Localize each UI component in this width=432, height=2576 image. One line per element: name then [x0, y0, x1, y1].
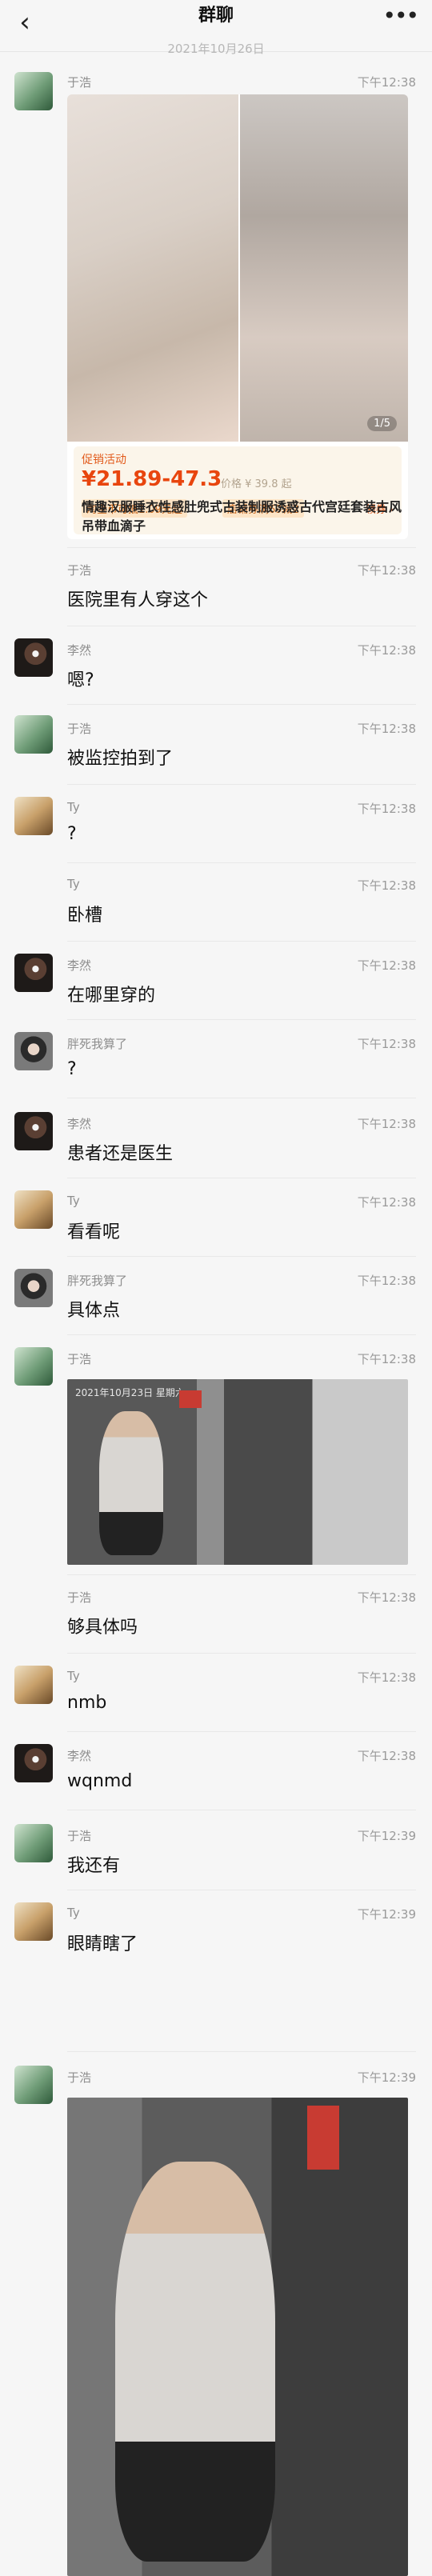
message-text: nmb [67, 1693, 107, 1713]
sender-name: 胖死我算了 [67, 1037, 128, 1051]
product-image [240, 94, 408, 442]
message-text: 具体点 [67, 1301, 121, 1321]
message-text: 够具体吗 [67, 1618, 138, 1638]
separator [67, 547, 416, 548]
separator [67, 941, 416, 942]
message-text: ? [67, 824, 77, 844]
image-page-indicator: 1/5 [367, 416, 397, 431]
separator [67, 2051, 416, 2052]
message-time: 下午12:38 [357, 1037, 416, 1051]
avatar[interactable] [14, 1032, 53, 1070]
promo-label: 促销活动 [82, 454, 126, 466]
sender-name: Ty [67, 1669, 80, 1683]
video-thumbnail[interactable]: 2021年10月23日 星期六 [67, 1379, 408, 1565]
sender-name: Ty [67, 1906, 80, 1920]
sign-image [307, 2106, 339, 2170]
avatar[interactable] [14, 1112, 53, 1150]
message-text: 患者还是医生 [67, 1144, 174, 1164]
message-time: 下午12:38 [357, 1117, 416, 1131]
message-time: 下午12:38 [357, 1352, 416, 1366]
avatar[interactable] [14, 715, 53, 754]
separator [67, 1334, 416, 1335]
avatar[interactable] [14, 1190, 53, 1229]
product-title: 情趣汉服睡衣性感肚兜式古装制服诱惑古代宫廷套装古风吊带血滴子 [82, 499, 402, 534]
message-time: 下午12:38 [357, 1749, 416, 1763]
date-divider: 2021年10月26日 [167, 42, 265, 56]
sender-name: 于浩 [67, 1352, 92, 1366]
message-time: 下午12:39 [357, 1829, 416, 1843]
separator [67, 1731, 416, 1732]
avatar[interactable] [14, 1269, 53, 1307]
avatar[interactable] [14, 797, 53, 835]
separator [67, 784, 416, 785]
message-time: 下午12:38 [357, 878, 416, 893]
sender-name: 李然 [67, 958, 92, 973]
message-time: 下午12:38 [357, 802, 416, 816]
sender-name: 于浩 [67, 722, 92, 736]
avatar[interactable] [14, 1824, 53, 1862]
separator [67, 704, 416, 705]
message-time: 下午12:38 [357, 1590, 416, 1605]
message-text: 眼睛瞎了 [67, 1934, 138, 1954]
avatar[interactable] [14, 1744, 53, 1782]
separator [67, 1653, 416, 1654]
avatar[interactable] [14, 72, 53, 110]
message-time: 下午12:38 [357, 563, 416, 578]
sender-name: 于浩 [67, 1829, 92, 1843]
product-image [67, 94, 238, 442]
video-thumbnail[interactable] [67, 2098, 408, 2576]
person-image [99, 1411, 163, 1555]
sender-name: 李然 [67, 643, 92, 658]
sender-name: Ty [67, 877, 80, 891]
message-time: 下午12:39 [357, 2070, 416, 2085]
original-price: 价格 ¥ 39.8 起 [221, 478, 292, 490]
message-text: 医院里有人穿这个 [67, 590, 209, 610]
avatar[interactable] [14, 954, 53, 992]
message-text: ? [67, 1059, 77, 1079]
message-text: 卧槽 [67, 906, 103, 926]
sender-name: Ty [67, 800, 80, 814]
sender-name: 于浩 [67, 1590, 92, 1605]
more-options-icon[interactable]: ••• [382, 0, 419, 32]
chat-title: 群聊 [198, 6, 234, 26]
message-time: 下午12:38 [357, 958, 416, 973]
sender-name: 李然 [67, 1117, 92, 1131]
message-time: 下午12:38 [357, 643, 416, 658]
sender-name: 于浩 [67, 2070, 92, 2085]
message-text: 我还有 [67, 1856, 121, 1876]
message-text: 嗯? [67, 670, 94, 690]
sender-name: 于浩 [67, 75, 92, 90]
sender-name: 李然 [67, 1749, 92, 1763]
separator [67, 1019, 416, 1020]
video-timestamp: 2021年10月23日 星期六 [75, 1387, 185, 1398]
message-time: 下午12:38 [357, 1670, 416, 1685]
message-time: 下午12:38 [357, 75, 416, 90]
message-text: 被监控拍到了 [67, 749, 174, 769]
message-text: 看看呢 [67, 1222, 121, 1242]
avatar[interactable] [14, 1347, 53, 1386]
sender-name: 胖死我算了 [67, 1274, 128, 1288]
separator [67, 1256, 416, 1257]
message-time: 下午12:38 [357, 722, 416, 736]
sender-name: 于浩 [67, 563, 92, 578]
separator [67, 1574, 416, 1575]
person-image [115, 2162, 275, 2562]
price: ¥21.89-47.3 [82, 467, 222, 491]
avatar[interactable] [14, 638, 53, 677]
product-card[interactable]: 1/5 促销活动 ¥21.89-47.3 价格 ¥ 39.8 起 淘金币可抵1.… [67, 94, 408, 539]
message-time: 下午12:38 [357, 1195, 416, 1210]
message-text: wqnmd [67, 1771, 133, 1791]
message-text: 在哪里穿的 [67, 986, 156, 1006]
sign-image [179, 1390, 202, 1408]
sender-name: Ty [67, 1194, 80, 1208]
avatar[interactable] [14, 1902, 53, 1941]
avatar[interactable] [14, 2066, 53, 2104]
avatar[interactable] [14, 1666, 53, 1704]
message-time: 下午12:39 [357, 1907, 416, 1922]
message-time: 下午12:38 [357, 1274, 416, 1288]
separator [67, 862, 416, 863]
